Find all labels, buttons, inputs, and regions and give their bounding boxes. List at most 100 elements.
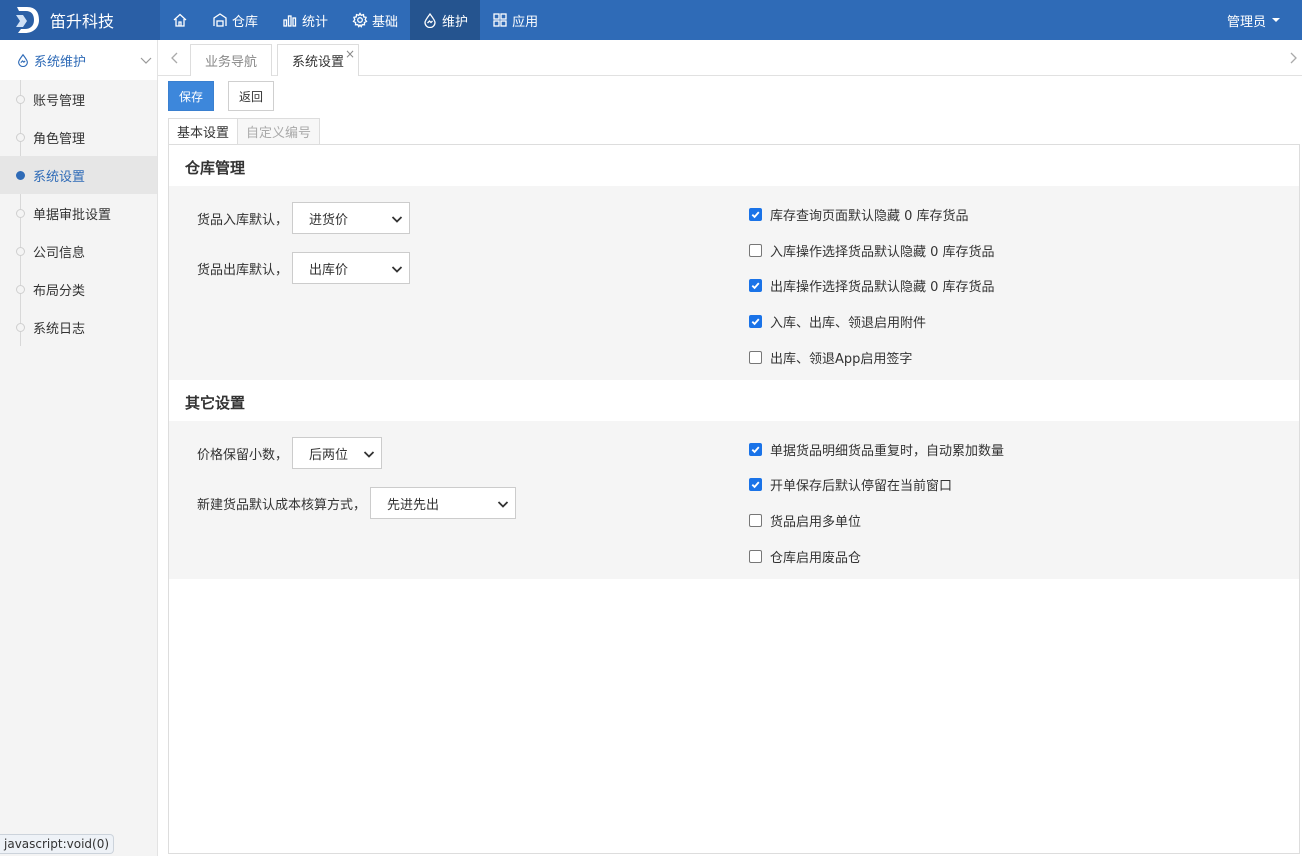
tab-bar: 业务导航 系统设置 × [158,40,1302,76]
bullet-icon [16,285,25,294]
section-title-other: 其它设置 [185,394,246,412]
top-navbar: 笛升科技 仓库 统计 基础 维护 应用 管理员 [0,0,1302,40]
brand-logo-icon [16,7,39,33]
sidebar-item-system-settings[interactable]: 系统设置 [0,156,157,194]
bar-chart-icon [283,15,297,27]
settings-panel: 仓库管理 货品入库默认， 进货价 货品出库默认， 出库价 库存查询页面默认隐藏 … [168,144,1300,854]
checkbox-box[interactable] [749,478,762,491]
nav-label: 维护 [442,14,469,30]
sidebar-item-label: 账号管理 [33,93,86,109]
checkbox-box[interactable] [749,351,762,364]
checkbox-label: 单据货品明细货品重复时，自动累加数量 [770,444,1005,459]
sidebar-item-label: 布局分类 [33,283,86,299]
select-value: 后两位 [309,447,349,463]
sidebar-item-layout[interactable]: 布局分类 [0,270,157,308]
tab-custom-numbering[interactable]: 自定义编号 [237,118,321,145]
nav-warehouse[interactable]: 仓库 [200,0,270,40]
checkbox-scrap-warehouse[interactable]: 仓库启用废品仓 [749,547,861,566]
tab-system-settings[interactable]: 系统设置 × [277,44,360,76]
sidebar-item-roles[interactable]: 角色管理 [0,118,157,156]
tab-basic-settings[interactable]: 基本设置 [168,118,239,145]
chevron-left-icon[interactable] [168,50,182,66]
checkbox-stay-after-save[interactable]: 开单保存后默认停留在当前窗口 [749,475,952,494]
nav-label: 基础 [372,14,399,30]
field-label: 价格保留小数， [197,447,289,463]
inbound-default-select[interactable]: 进货价 [292,202,411,234]
bullet-icon [16,171,25,180]
bullet-icon [16,95,25,104]
gear-icon [352,12,368,28]
sidebar-item-logs[interactable]: 系统日志 [0,308,157,346]
checkbox-label: 入库、出库、领退启用附件 [770,316,927,331]
bullet-icon [16,247,25,256]
checkbox-label: 开单保存后默认停留在当前窗口 [770,479,953,494]
chevron-down-icon[interactable] [140,55,152,65]
user-name: 管理员 [1226,14,1266,30]
section-title-warehouse: 仓库管理 [185,159,246,177]
checkbox-app-signature[interactable]: 出库、领退App启用签字 [749,348,912,367]
outbound-default-select[interactable]: 出库价 [292,252,411,284]
sidebar-item-label: 单据审批设置 [33,207,112,223]
field-label: 货品入库默认， [197,212,289,228]
brand[interactable]: 笛升科技 [0,0,160,40]
price-decimal-select[interactable]: 后两位 [292,437,383,469]
sidebar-item-approval[interactable]: 单据审批设置 [0,194,157,232]
tab-label: 业务导航 [205,55,258,70]
close-icon[interactable]: × [345,47,355,61]
checkbox-box[interactable] [749,279,762,292]
chevron-down-icon [391,216,403,223]
chevron-right-icon[interactable] [1286,50,1300,66]
sidebar-header[interactable]: 系统维护 [0,40,157,80]
sidebar: 系统维护 账号管理 角色管理 系统设置 单据审批设置 公司信息 布局分类 系统日… [0,40,158,856]
checkbox-multi-unit[interactable]: 货品启用多单位 [749,511,861,530]
select-value: 进货价 [309,212,349,228]
caret-down-icon [1272,18,1280,22]
sidebar-header-label: 系统维护 [34,54,87,70]
check-icon [751,282,760,290]
cost-method-select[interactable]: 先进先出 [370,487,517,519]
grid-icon [493,13,507,27]
bullet-icon [16,209,25,218]
sidebar-item-label: 角色管理 [33,131,86,147]
checkbox-box[interactable] [749,514,762,527]
sidebar-item-accounts[interactable]: 账号管理 [0,80,157,118]
sidebar-item-label: 系统设置 [33,169,86,185]
checkbox-label: 出库操作选择货品默认隐藏 0 库存货品 [770,280,995,295]
nav-home[interactable] [160,0,200,40]
home-icon [173,13,187,27]
check-icon [751,318,760,326]
drop-icon [18,53,28,67]
checkbox-label: 入库操作选择货品默认隐藏 0 库存货品 [770,245,995,260]
brand-name: 笛升科技 [50,12,115,31]
checkbox-box[interactable] [749,208,762,221]
section-warehouse: 货品入库默认， 进货价 货品出库默认， 出库价 库存查询页面默认隐藏 0 库存货… [169,186,1299,380]
nav-statistics[interactable]: 统计 [270,0,340,40]
checkbox-hide-zero-stock-inbound[interactable]: 入库操作选择货品默认隐藏 0 库存货品 [749,241,995,260]
nav-label: 统计 [302,14,329,30]
checkbox-label: 货品启用多单位 [770,515,862,530]
save-button[interactable]: 保存 [168,81,215,111]
checkbox-label: 仓库启用废品仓 [770,551,862,566]
nav-apps[interactable]: 应用 [480,0,550,40]
nav-label: 仓库 [232,14,259,30]
checkbox-box[interactable] [749,443,762,456]
cost-method-field: 新建货品默认成本核算方式， 先进先出 [197,487,517,519]
check-icon [751,211,760,219]
checkbox-box[interactable] [749,244,762,257]
status-bar: javascript:void(0) [0,834,115,854]
checkbox-box[interactable] [749,315,762,328]
nav-basic[interactable]: 基础 [340,0,410,40]
select-value: 出库价 [309,262,349,278]
user-menu[interactable]: 管理员 [1227,0,1280,40]
bullet-icon [16,323,25,332]
checkbox-box[interactable] [749,550,762,563]
warehouse-icon [213,13,227,27]
checkbox-auto-sum-quantity[interactable]: 单据货品明细货品重复时，自动累加数量 [749,440,1004,459]
sidebar-item-company[interactable]: 公司信息 [0,232,157,270]
nav-maintenance[interactable]: 维护 [410,0,481,40]
tab-business-nav[interactable]: 业务导航 [190,44,273,76]
checkbox-enable-attachments[interactable]: 入库、出库、领退启用附件 [749,312,926,331]
checkbox-hide-zero-stock-outbound[interactable]: 出库操作选择货品默认隐藏 0 库存货品 [749,276,995,295]
back-button[interactable]: 返回 [228,81,275,111]
checkbox-hide-zero-stock-query[interactable]: 库存查询页面默认隐藏 0 库存货品 [749,205,969,224]
